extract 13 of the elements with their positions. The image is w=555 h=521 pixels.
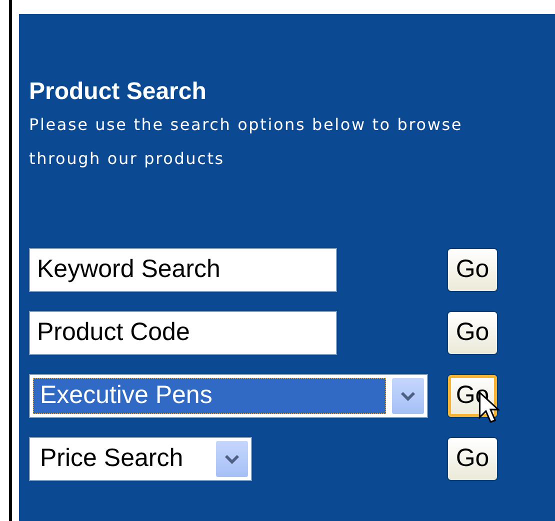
panel-heading: Product Search — [29, 78, 206, 106]
go-button[interactable]: Go — [447, 436, 498, 480]
dropdown[interactable]: Price Search — [29, 436, 252, 480]
go-button[interactable]: Go — [447, 310, 498, 354]
input-field[interactable]: Keyword Search — [29, 248, 337, 292]
chevron-down-icon — [392, 378, 424, 414]
selected-option: Executive Pens — [33, 378, 386, 414]
dropdown[interactable]: Executive Pens — [29, 374, 428, 418]
input-field[interactable]: Product Code — [29, 310, 337, 354]
chevron-down-icon — [216, 440, 248, 476]
selected-option: Price Search — [33, 440, 210, 476]
go-button[interactable]: Go — [447, 248, 498, 292]
description-text: Please use the search options below to browse through our products — [29, 114, 464, 170]
